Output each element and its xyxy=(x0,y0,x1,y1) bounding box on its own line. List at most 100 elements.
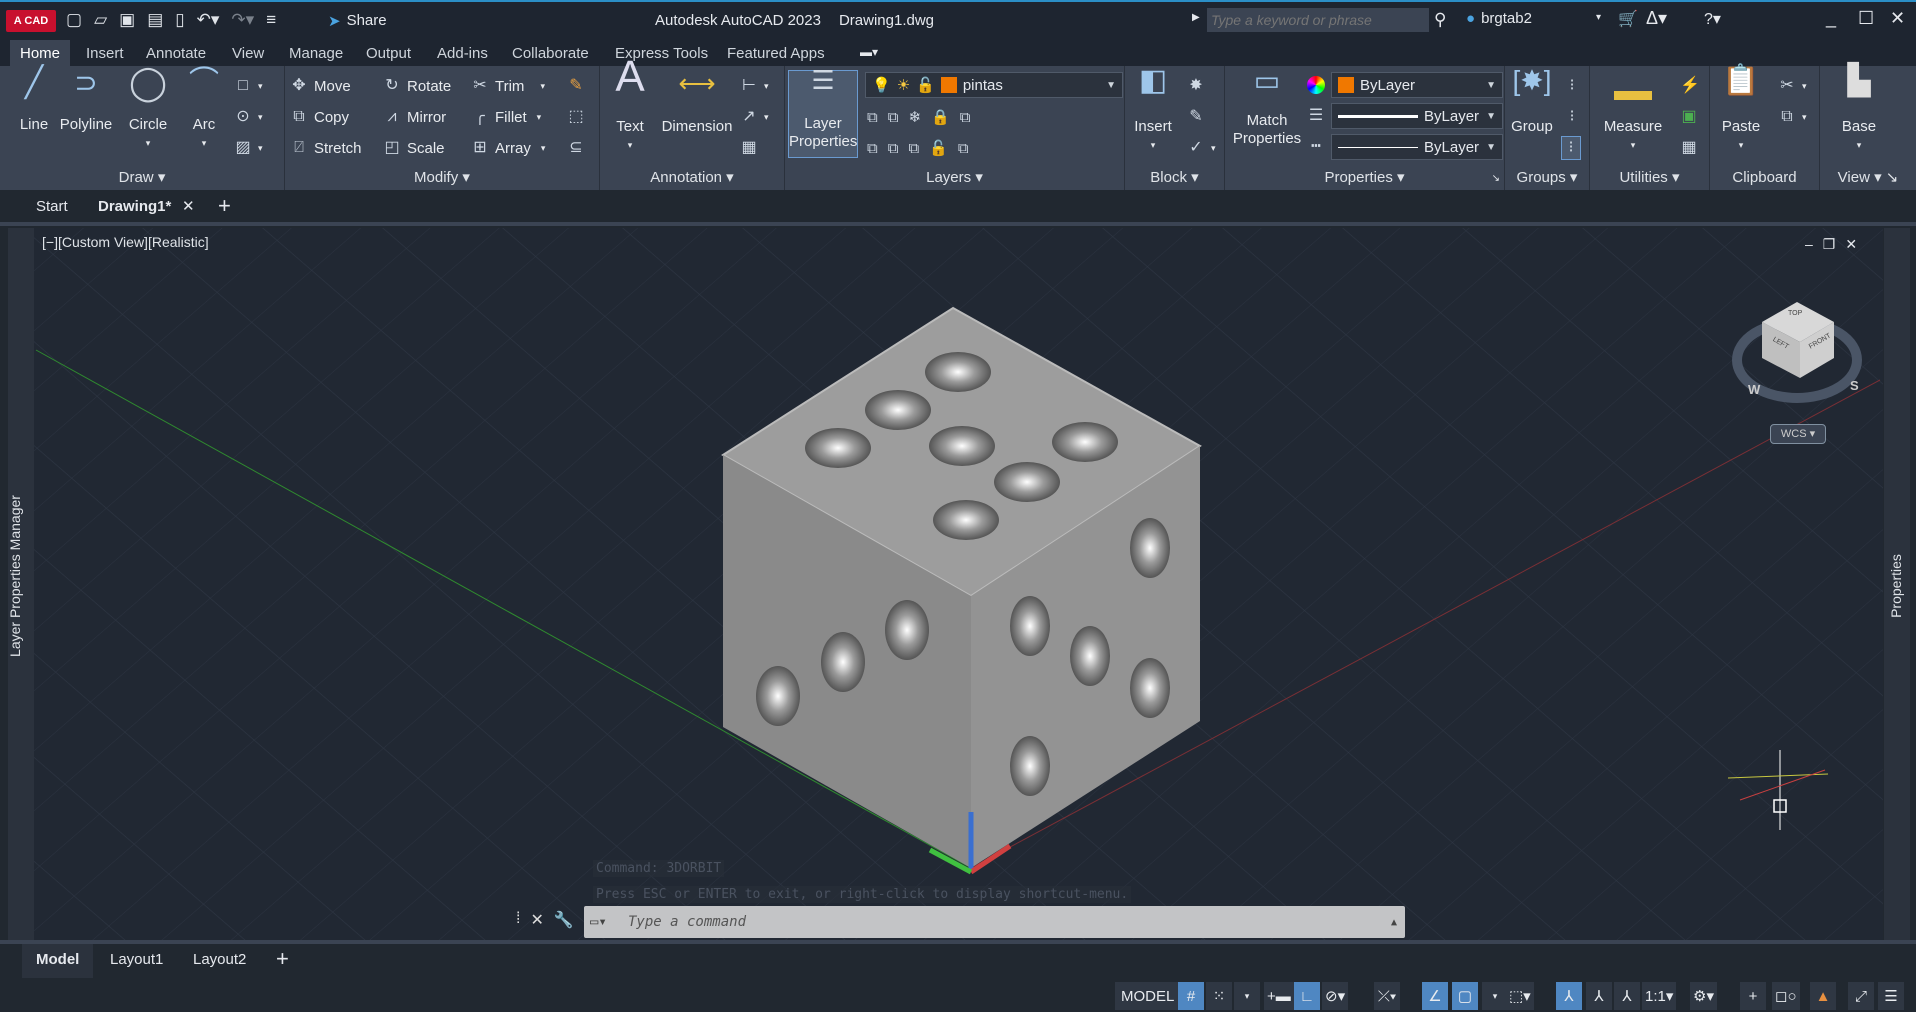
clipboard-panel-label[interactable]: Clipboard xyxy=(1710,169,1819,186)
layers-panel-label[interactable]: Layers ▾ xyxy=(785,168,1124,186)
polar-tracking-icon[interactable]: ⊘▾ xyxy=(1322,982,1349,1010)
erase-button[interactable]: ✎ xyxy=(567,74,585,98)
compass-west[interactable]: W xyxy=(1748,382,1760,397)
calculator-button[interactable]: ▦ xyxy=(1680,136,1698,160)
layer-walk-icon[interactable]: ⧉ xyxy=(958,140,969,157)
view-panel-label[interactable]: View ▾ ↘ xyxy=(1820,168,1916,186)
tab-insert[interactable]: Insert xyxy=(76,43,134,64)
array-button[interactable]: ⊞ Array ▾ xyxy=(471,136,545,160)
tab-manage[interactable]: Manage xyxy=(279,43,353,64)
create-block-button[interactable]: ✸ xyxy=(1187,74,1205,98)
block-panel-label[interactable]: Block ▾ xyxy=(1125,168,1224,186)
save-icon[interactable]: ▣ xyxy=(119,10,135,30)
customize-toolbar-icon[interactable]: ≡ xyxy=(266,10,276,30)
rotate-button[interactable]: ↻ Rotate xyxy=(383,74,451,98)
tab-output[interactable]: Output xyxy=(356,43,421,64)
fillet-button[interactable]: ╭ Fillet ▾ xyxy=(471,105,541,129)
modify-panel-label[interactable]: Modify ▾ xyxy=(285,168,599,186)
groups-panel-label[interactable]: Groups ▾ xyxy=(1505,168,1589,186)
tab-layout1[interactable]: Layout1 xyxy=(110,951,163,968)
isodraft-icon[interactable]: ⤫▾ xyxy=(1374,982,1400,1010)
base-button[interactable]: ▙ Base ▾ xyxy=(1834,66,1884,154)
line-button[interactable]: ╱ Line xyxy=(14,68,54,134)
leader-button[interactable]: ↗ ▾ xyxy=(740,105,768,129)
snap-dropdown-icon[interactable]: ▾ xyxy=(1234,982,1260,1010)
dimension-button[interactable]: ⟷ Dimension xyxy=(658,70,736,136)
redo-icon[interactable]: ↷▾ xyxy=(231,10,254,30)
color-dropdown[interactable]: ByLayer ▼ xyxy=(1331,72,1503,98)
layer-state-icon[interactable]: ⧉ xyxy=(960,109,971,126)
right-palette-label[interactable]: Properties xyxy=(1888,554,1904,618)
auto-scale-icon[interactable]: ⅄ xyxy=(1586,982,1612,1010)
table-button[interactable]: ▦ xyxy=(740,136,758,160)
viewcube-top-label[interactable]: TOP xyxy=(1788,310,1802,317)
annotation-scale-icon[interactable]: ⅄ xyxy=(1614,982,1640,1010)
close-icon[interactable]: ✕ xyxy=(1890,8,1905,29)
hatch-button[interactable]: ⊙ ▾ xyxy=(234,105,262,129)
quick-select-button[interactable]: ⚡ xyxy=(1680,74,1700,98)
command-grip-icon[interactable]: ⁞ xyxy=(516,910,520,930)
tab-model[interactable]: Model xyxy=(22,944,94,978)
layer-previous-icon[interactable]: ⧉ xyxy=(888,140,899,157)
layer-isolate-icon[interactable]: ⧉ xyxy=(867,109,878,126)
tab-view[interactable]: View xyxy=(222,43,274,64)
minimize-icon[interactable]: _ xyxy=(1826,8,1836,29)
draw-panel-label[interactable]: Draw ▾ xyxy=(0,168,284,186)
tab-collaborate[interactable]: Collaborate xyxy=(502,43,599,64)
viewport-minimize-icon[interactable]: – xyxy=(1805,236,1813,253)
annotation-panel-label[interactable]: Annotation ▾ xyxy=(600,168,784,186)
dynamic-input-icon[interactable]: +▬ xyxy=(1264,982,1294,1010)
arc-button[interactable]: ⌒ Arc ▾ xyxy=(184,68,224,152)
tab-add-ins[interactable]: Add-ins xyxy=(427,43,498,64)
new-tab-icon[interactable]: + xyxy=(218,193,231,219)
tab-start[interactable]: Start xyxy=(36,198,68,215)
trim-button[interactable]: ✂ Trim ▾ xyxy=(471,74,545,98)
circle-button[interactable]: ◯ Circle ▾ xyxy=(124,66,172,152)
command-close-icon[interactable]: ✕ xyxy=(530,910,543,930)
polyline-button[interactable]: ⊃ Polyline xyxy=(58,69,114,134)
compass-south[interactable]: S xyxy=(1850,378,1859,393)
close-tab-icon[interactable]: ✕ xyxy=(182,197,195,215)
mirror-button[interactable]: ⩘ Mirror xyxy=(383,105,446,129)
publish-icon[interactable]: ▯ xyxy=(175,10,184,30)
layer-properties-button[interactable]: ☰ Layer Properties xyxy=(788,67,858,158)
tab-featured-apps[interactable]: Featured Apps xyxy=(717,43,835,64)
layer-properties-palette[interactable]: Layer Properties Manager xyxy=(7,228,34,940)
ortho-icon[interactable]: ∟ xyxy=(1294,982,1320,1010)
units-icon[interactable]: ◻○ xyxy=(1772,982,1800,1010)
explode-button[interactable]: ⬚ xyxy=(567,105,585,129)
ungroup-button[interactable]: ⁝ xyxy=(1563,74,1581,98)
tab-drawing1[interactable]: Drawing1* xyxy=(98,198,171,215)
copy-clip-button[interactable]: ⧉ ▾ xyxy=(1778,105,1806,129)
utilities-panel-label[interactable]: Utilities ▾ xyxy=(1590,168,1709,186)
workspace-gear-icon[interactable]: ⚙▾ xyxy=(1690,982,1717,1010)
user-dropdown-icon[interactable]: ▾ xyxy=(1596,12,1601,23)
layer-dropdown[interactable]: 💡 ☀ 🔓 pintas ▼ xyxy=(865,72,1123,98)
layer-match-icon[interactable]: ⧉ xyxy=(888,109,899,126)
autodesk-icon[interactable]: Δ▾ xyxy=(1646,8,1667,29)
clean-screen-icon[interactable]: ⤢ xyxy=(1848,982,1874,1010)
left-palette-label[interactable]: Layer Properties Manager xyxy=(7,495,23,657)
layer-unlock-all-icon[interactable]: 🔓 xyxy=(929,139,948,157)
viewport-close-icon[interactable]: ✕ xyxy=(1845,236,1857,253)
properties-panel-label[interactable]: Properties ▾ xyxy=(1225,168,1504,186)
paste-button[interactable]: 📋 Paste ▾ xyxy=(1716,66,1766,154)
command-input[interactable]: ▭▾ Type a command ▲ xyxy=(584,906,1405,938)
scale-button[interactable]: ◰ Scale xyxy=(383,136,444,160)
search-input[interactable] xyxy=(1207,8,1429,32)
tab-home[interactable]: Home xyxy=(10,40,71,66)
layer-lock-icon[interactable]: 🔒 xyxy=(931,108,950,126)
tab-annotate[interactable]: Annotate xyxy=(136,43,216,64)
layer-on-all-icon[interactable]: ⧉ xyxy=(867,140,878,157)
ribbon-minimize-icon[interactable]: ▬▾ xyxy=(860,45,878,59)
osnap-dropdown-icon[interactable]: ▾ xyxy=(1482,982,1508,1010)
layer-thaw-all-icon[interactable]: ⧉ xyxy=(908,140,919,157)
expand-search-icon[interactable]: ▶ xyxy=(1192,12,1200,23)
properties-launcher-icon[interactable]: ↘ xyxy=(1492,173,1500,184)
text-button[interactable]: A Text ▾ xyxy=(610,55,650,154)
share-button[interactable]: ➤ Share xyxy=(328,12,387,30)
linear-dim-button[interactable]: ⊢ ▾ xyxy=(740,74,769,98)
offset-button[interactable]: ⊆ xyxy=(567,136,585,160)
command-customize-icon[interactable]: 🔧 xyxy=(554,910,574,930)
properties-palette[interactable]: Properties xyxy=(1884,228,1910,940)
